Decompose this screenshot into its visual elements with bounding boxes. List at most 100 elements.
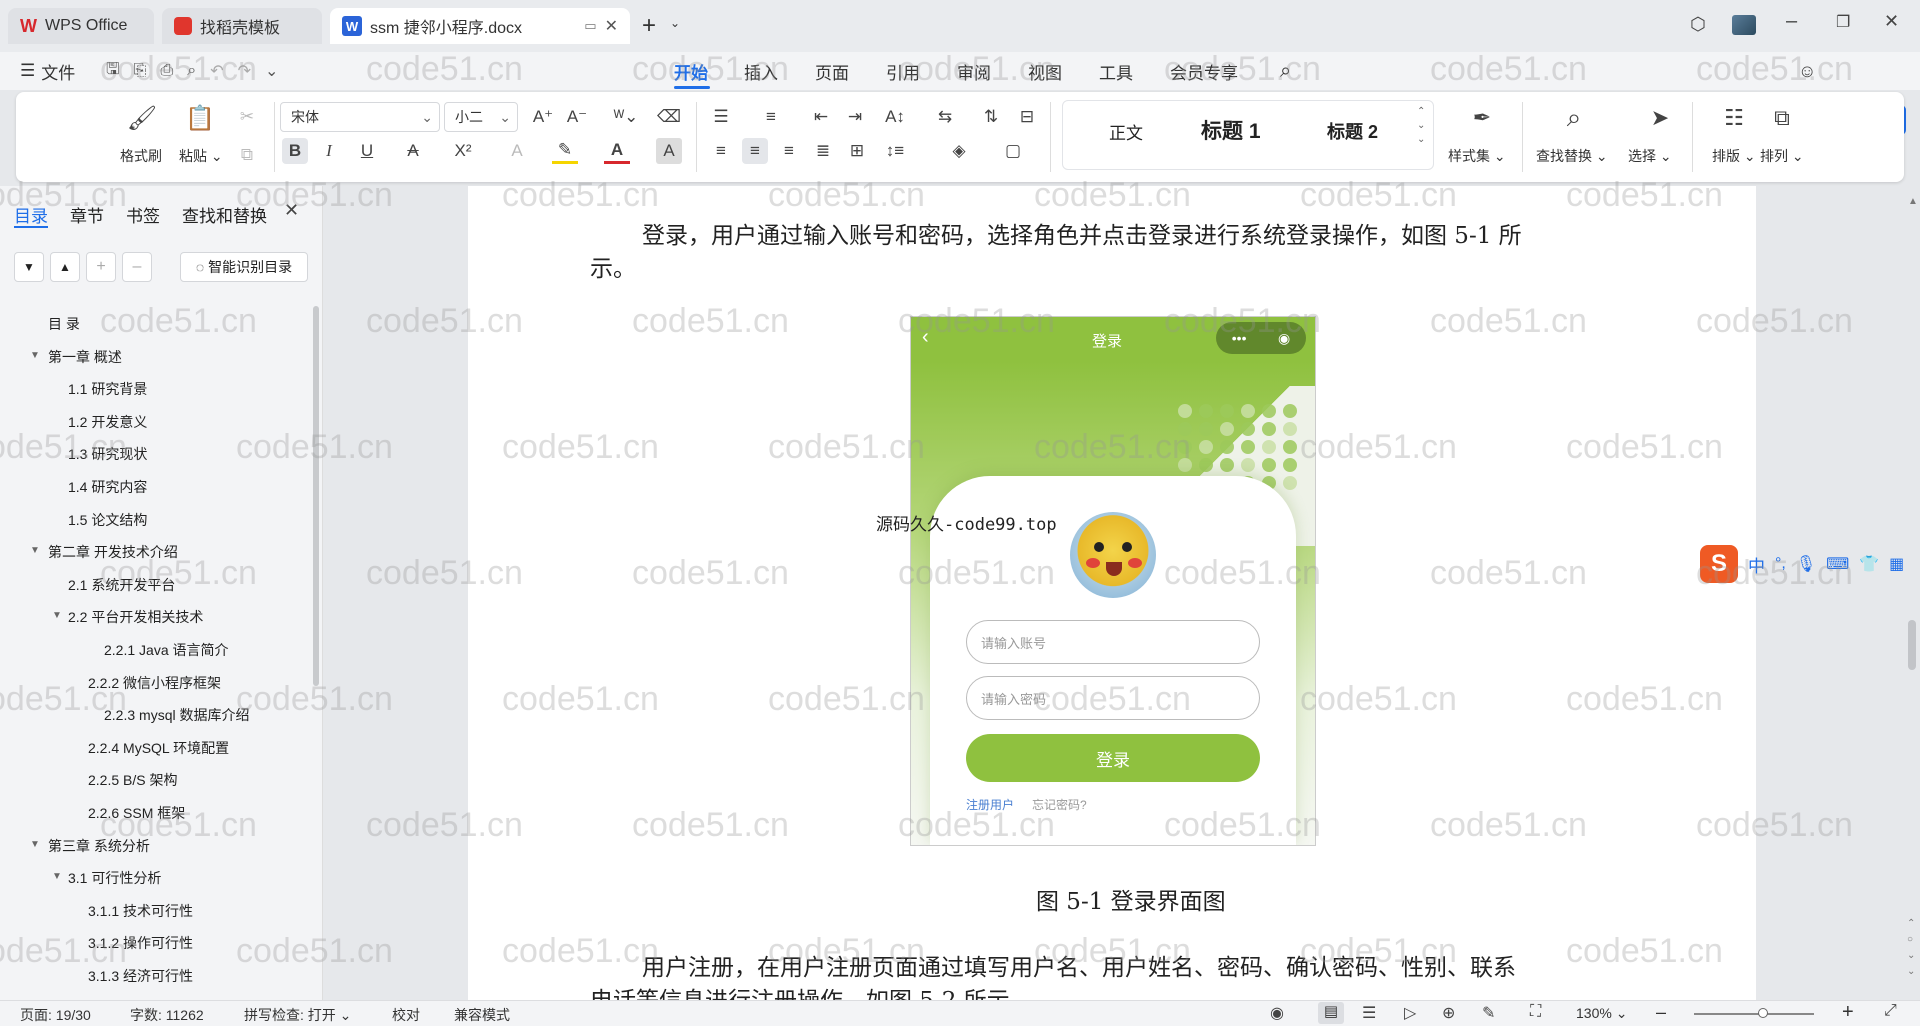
- undo-icon[interactable]: ↶: [210, 61, 223, 81]
- minimize-icon[interactable]: –: [1786, 10, 1797, 33]
- menu-tab-view[interactable]: 视图: [1028, 57, 1062, 85]
- toc-item[interactable]: 2.2.4 MySQL 环境配置: [88, 738, 229, 758]
- shrink-font-icon[interactable]: A⁻: [564, 104, 590, 130]
- toc-item[interactable]: 2.2 平台开发相关技术: [68, 607, 203, 627]
- close-icon[interactable]: ✕: [284, 200, 299, 221]
- menu-tab-member[interactable]: 会员专享: [1170, 57, 1238, 85]
- eye-icon[interactable]: ◉: [1270, 1003, 1284, 1023]
- ime-toolbar[interactable]: S 中 °, 🎙 ⌨ 👕 ▦: [1698, 540, 1920, 588]
- style-heading-2[interactable]: 标题 2: [1327, 118, 1378, 144]
- close-window-icon[interactable]: ✕: [1884, 11, 1899, 32]
- page-indicator[interactable]: 页面: 19/30: [20, 1005, 91, 1025]
- toc-item[interactable]: 2.2.5 B/S 架构: [88, 770, 177, 790]
- bullet-list-icon[interactable]: ☰: [708, 104, 734, 130]
- gallery-scroll-icon[interactable]: ⌃ ⌄ ⌄: [1417, 105, 1425, 147]
- zoom-in-icon[interactable]: +: [1842, 1001, 1854, 1024]
- fit-page-icon[interactable]: ⛶: [1530, 1003, 1541, 1021]
- toc-item[interactable]: 1.5 论文结构: [68, 510, 147, 530]
- char-shading-icon[interactable]: A: [656, 138, 682, 164]
- expand-caret-icon[interactable]: ▼: [52, 610, 62, 621]
- toc-item[interactable]: 3.1.2 操作可行性: [88, 933, 193, 953]
- zoom-out-icon[interactable]: –: [1656, 1002, 1666, 1023]
- scroll-up-icon[interactable]: ▲: [1908, 196, 1918, 207]
- format-painter-icon[interactable]: 🖌: [126, 102, 158, 134]
- export-icon[interactable]: ⎘: [134, 62, 147, 80]
- cut-icon[interactable]: ✂: [234, 104, 260, 130]
- numbered-list-icon[interactable]: ≡: [758, 104, 784, 130]
- paste-button[interactable]: 粘贴 ⌄: [179, 146, 223, 166]
- toc-item[interactable]: 3.1.3 经济可行性: [88, 966, 193, 986]
- grow-font-icon[interactable]: A⁺: [530, 104, 556, 130]
- word-count[interactable]: 字数: 11262: [130, 1005, 204, 1025]
- toc-item[interactable]: 3.1.1 技术可行性: [88, 901, 193, 921]
- toc-item[interactable]: 1.1 研究背景: [68, 379, 147, 399]
- page-view-icon[interactable]: ▤: [1318, 1002, 1344, 1024]
- proofread-button[interactable]: 校对: [392, 1005, 420, 1025]
- add-heading-icon[interactable]: +: [86, 252, 116, 282]
- expand-all-icon[interactable]: ▼: [14, 252, 44, 282]
- tab-wps-office[interactable]: W WPS Office: [8, 8, 154, 44]
- expand-caret-icon[interactable]: ▼: [30, 839, 40, 850]
- page-nav-icons[interactable]: ⌃ ○ ⌄ ⌄: [1907, 916, 1915, 980]
- web-view-icon[interactable]: ⊕: [1442, 1003, 1455, 1023]
- nav-tab-chapter[interactable]: 章节: [70, 202, 104, 227]
- expand-caret-icon[interactable]: ▼: [30, 350, 40, 361]
- print-icon[interactable]: ⎙: [160, 62, 173, 80]
- fullscreen-icon[interactable]: ⤢: [1884, 1002, 1897, 1020]
- copy-icon[interactable]: ⧉: [234, 142, 260, 168]
- font-name-select[interactable]: 宋体 ⌄: [280, 102, 440, 132]
- style-heading-1[interactable]: 标题 1: [1201, 115, 1261, 145]
- zoom-select[interactable]: 130% ⌄: [1576, 1005, 1627, 1022]
- align-center-icon[interactable]: ≡: [742, 138, 768, 164]
- menu-tab-insert[interactable]: 插入: [744, 57, 778, 85]
- toc-item[interactable]: 目 录: [48, 314, 80, 334]
- toc-item[interactable]: 2.1 系统开发平台: [68, 575, 175, 595]
- italic-icon[interactable]: I: [316, 138, 342, 164]
- menu-tab-home[interactable]: 开始: [674, 57, 708, 85]
- tab-document[interactable]: W ssm 捷邻小程序.docx ▭ ✕: [330, 8, 630, 44]
- superscript-icon[interactable]: X²: [450, 138, 476, 164]
- screen-icon[interactable]: ▭: [584, 18, 596, 34]
- menu-tab-tools[interactable]: 工具: [1099, 57, 1133, 85]
- redo-icon[interactable]: ↷: [238, 61, 251, 81]
- punctuation-icon[interactable]: °,: [1775, 555, 1786, 573]
- tab-template[interactable]: 找稻壳模板: [162, 8, 322, 44]
- restore-icon[interactable]: ❐: [1836, 12, 1850, 32]
- toc-item[interactable]: 2.2.1 Java 语言简介: [104, 640, 229, 660]
- menu-tab-review[interactable]: 审阅: [957, 57, 991, 85]
- menu-file[interactable]: ☰ 文件: [20, 57, 75, 85]
- style-set-icon[interactable]: ✒: [1466, 102, 1498, 134]
- remove-heading-icon[interactable]: –: [122, 252, 152, 282]
- increase-indent-icon[interactable]: ⇥: [842, 104, 868, 130]
- justify-icon[interactable]: ≣: [810, 138, 836, 164]
- align-left-icon[interactable]: ≡: [708, 138, 734, 164]
- new-tab-icon[interactable]: +: [642, 12, 656, 40]
- save-icon[interactable]: 🖫: [106, 58, 120, 85]
- toc-item[interactable]: 第三章 系统分析: [48, 836, 150, 856]
- layout-icon[interactable]: ☷: [1718, 102, 1750, 134]
- toc-item[interactable]: 第一章 概述: [48, 347, 122, 367]
- search-icon[interactable]: ⌕: [1280, 57, 1291, 85]
- toolbox-icon[interactable]: ▦: [1889, 554, 1904, 574]
- chat-icon[interactable]: ☺: [1798, 57, 1816, 85]
- sort-icon[interactable]: ⇅: [978, 104, 1004, 130]
- border-icon[interactable]: ▢: [1000, 138, 1026, 164]
- text-direction-icon[interactable]: A↕: [882, 104, 908, 130]
- arrange-icon[interactable]: ⧉: [1766, 102, 1798, 134]
- smart-toc-button[interactable]: ◌ 智能识别目录: [180, 252, 308, 282]
- menu-tab-page[interactable]: 页面: [815, 57, 849, 85]
- nav-tab-toc[interactable]: 目录: [14, 202, 48, 227]
- search-icon[interactable]: ⌕: [1558, 102, 1590, 134]
- expand-caret-icon[interactable]: ▼: [30, 545, 40, 556]
- scrollbar-thumb[interactable]: [1908, 620, 1916, 670]
- bold-icon[interactable]: B: [282, 138, 308, 164]
- expand-caret-icon[interactable]: ▼: [52, 871, 62, 882]
- decrease-indent-icon[interactable]: ⇤: [808, 104, 834, 130]
- strikethrough-icon[interactable]: A: [400, 138, 426, 164]
- clear-format-icon[interactable]: ⌫: [656, 104, 682, 130]
- scrollbar-thumb[interactable]: [313, 306, 319, 686]
- pen-icon[interactable]: ✎: [1482, 1003, 1495, 1023]
- layout-button[interactable]: 排版 ⌄: [1712, 146, 1756, 166]
- sort-swap-icon[interactable]: ⇆: [932, 104, 958, 130]
- text-effect-icon[interactable]: A: [504, 138, 530, 164]
